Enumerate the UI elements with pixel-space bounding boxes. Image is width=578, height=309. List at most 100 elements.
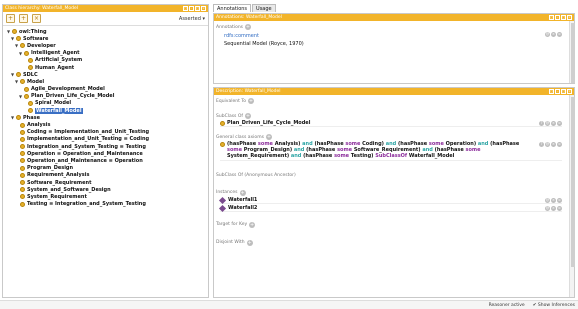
delete-icon[interactable]: × bbox=[551, 121, 556, 126]
edit-icon[interactable]: o bbox=[557, 142, 562, 147]
tree-item-analysis[interactable]: Analysis bbox=[7, 121, 208, 128]
tree-item-requirement-analysis[interactable]: Requirement_Analysis bbox=[7, 172, 208, 179]
add-annotation-icon[interactable]: + bbox=[245, 24, 252, 30]
maximize-icon[interactable]: □ bbox=[195, 6, 200, 11]
class-icon bbox=[28, 108, 33, 114]
annotation-property[interactable]: rdfs:comment bbox=[224, 33, 304, 39]
delete-icon[interactable]: × bbox=[551, 197, 556, 203]
delete-class-icon[interactable]: × bbox=[32, 14, 41, 23]
individual-icon bbox=[218, 196, 227, 204]
add-axiom-icon[interactable]: + bbox=[265, 134, 272, 140]
class-icon bbox=[16, 36, 21, 42]
tree-item-developer[interactable]: ▼ Developer bbox=[7, 42, 208, 49]
annotate-icon[interactable]: @ bbox=[545, 205, 550, 211]
window-buttons[interactable]: ▢ – □ × bbox=[549, 15, 572, 20]
add-key-icon[interactable]: + bbox=[249, 221, 256, 228]
tree-item-program-design[interactable]: Program_Design bbox=[7, 165, 208, 172]
tree-item-waterfall[interactable]: Waterfall_Model bbox=[7, 107, 208, 114]
annotations-scrollbar[interactable] bbox=[569, 21, 575, 83]
class-hierarchy-titlebar: Class hierarchy: Waterfall_Model ▢ – □ × bbox=[3, 5, 208, 12]
tree-item-testing[interactable]: Testing ≡ Integration_and_System_Testing bbox=[7, 201, 208, 208]
tree-item-integration[interactable]: Integration_and_System_Testing ≡ Testing bbox=[7, 143, 208, 150]
tree-item-model[interactable]: ▼ Model bbox=[7, 78, 208, 85]
class-icon bbox=[20, 180, 25, 186]
tree-item-operation[interactable]: Operation ≡ Operation_and_Maintenance bbox=[7, 150, 208, 157]
instance-entry-2[interactable]: Waterfall2 @ × o bbox=[218, 204, 562, 212]
class-icon bbox=[20, 187, 25, 193]
edit-icon[interactable]: o bbox=[557, 121, 562, 126]
maximize-icon[interactable]: □ bbox=[561, 15, 566, 20]
instance-entry-1[interactable]: Waterfall1 @ × o bbox=[218, 196, 562, 204]
class-tree: ▼ owl:Thing ▼ Software ▼ Developer ▼ Intelli… bbox=[3, 26, 208, 208]
description-title: Description: Waterfall_Model bbox=[216, 89, 281, 94]
add-equivalent-icon[interactable]: + bbox=[248, 98, 255, 104]
close-icon[interactable]: × bbox=[567, 15, 572, 20]
reasoner-status: Reasoner active bbox=[488, 302, 525, 308]
tree-item-plan-driven[interactable]: ▼ Plan_Driven_Life_Cycle_Model bbox=[7, 93, 208, 100]
description-scrollbar[interactable] bbox=[569, 95, 575, 297]
annotation-entry[interactable]: rdfs:comment Sequential Model (Royce, 19… bbox=[220, 31, 562, 47]
tree-item-software[interactable]: ▼ Software bbox=[7, 35, 208, 42]
annotations-panel: Annotations: Waterfall_Model ▢ – □ × Annota… bbox=[213, 13, 575, 84]
minimize-icon[interactable]: – bbox=[555, 89, 560, 94]
tree-item-intelligent-agent[interactable]: ▼ Intelligent_Agent bbox=[7, 50, 208, 57]
close-icon[interactable]: × bbox=[567, 89, 572, 94]
superclass-value[interactable]: Plan_Driven_Life_Cycle_Model bbox=[227, 120, 310, 126]
maximize-icon[interactable]: □ bbox=[561, 89, 566, 94]
show-inferences-toggle[interactable]: ✔ Show Inferences bbox=[533, 303, 575, 308]
window-buttons[interactable]: ▢ – □ × bbox=[549, 89, 572, 94]
explain-icon[interactable]: ? bbox=[539, 121, 544, 126]
general-axiom-entry[interactable]: (hasPhase some Analysis) and (hasPhase s… bbox=[220, 141, 562, 161]
add-subclass-icon[interactable]: + bbox=[6, 14, 15, 23]
checkbox-icon[interactable]: ✔ bbox=[533, 303, 537, 308]
float-icon[interactable]: ▢ bbox=[183, 6, 188, 11]
tree-item-software-requirement[interactable]: Software_Requirement bbox=[7, 179, 208, 186]
float-icon[interactable]: ▢ bbox=[549, 15, 554, 20]
tree-item-coding[interactable]: Coding ≡ Implementation_and_Unit_Testing bbox=[7, 129, 208, 136]
annotate-icon[interactable]: @ bbox=[545, 32, 550, 37]
tree-item-agile[interactable]: Agile_Development_Model bbox=[7, 86, 208, 93]
tree-item-human-agent[interactable]: Human_Agent bbox=[7, 64, 208, 71]
class-icon bbox=[20, 43, 25, 49]
class-icon bbox=[220, 121, 225, 126]
anon-ancestor-header: SubClass Of (Anonymous Ancestor) bbox=[216, 173, 574, 178]
delete-icon[interactable]: × bbox=[551, 142, 556, 147]
add-sibling-icon[interactable]: + bbox=[19, 14, 28, 23]
class-icon bbox=[20, 136, 25, 142]
annotate-icon[interactable]: @ bbox=[545, 142, 550, 147]
close-icon[interactable]: × bbox=[201, 6, 206, 11]
axiom-actions: ? @ × o bbox=[539, 141, 562, 147]
tab-usage[interactable]: Usage bbox=[252, 4, 276, 12]
tree-item-impl-unit-testing[interactable]: Implementation_and_Unit_Testing ≡ Coding bbox=[7, 136, 208, 143]
class-icon bbox=[20, 172, 25, 178]
tree-item-operation-maintenance[interactable]: Operation_and_Maintenance ≡ Operation bbox=[7, 157, 208, 164]
hierarchy-mode-select[interactable]: Asserted ▾ bbox=[179, 16, 205, 22]
minimize-icon[interactable]: – bbox=[189, 6, 194, 11]
tree-item-spiral[interactable]: Spiral_Model bbox=[7, 100, 208, 107]
edit-icon[interactable]: o bbox=[557, 32, 562, 37]
add-disjoint-icon[interactable]: + bbox=[246, 239, 253, 246]
annotate-icon[interactable]: @ bbox=[545, 121, 550, 126]
edit-icon[interactable]: o bbox=[557, 205, 562, 211]
tree-item-sdlc[interactable]: ▼ SDLC bbox=[7, 71, 208, 78]
annotate-icon[interactable]: @ bbox=[545, 197, 550, 203]
tree-item-artificial-system[interactable]: Artificial_System bbox=[7, 57, 208, 64]
minimize-icon[interactable]: – bbox=[555, 15, 560, 20]
add-instance-icon[interactable]: + bbox=[239, 189, 246, 196]
tab-annotations[interactable]: Annotations bbox=[213, 4, 252, 12]
float-icon[interactable]: ▢ bbox=[549, 89, 554, 94]
selected-class-label: Waterfall_Model bbox=[35, 107, 83, 114]
add-superclass-icon[interactable]: + bbox=[244, 113, 251, 119]
window-buttons[interactable]: ▢ – □ × bbox=[183, 6, 206, 11]
delete-icon[interactable]: × bbox=[551, 32, 556, 37]
disjoint-with-label: Disjoint With bbox=[216, 240, 245, 246]
tree-item-owl-thing[interactable]: ▼ owl:Thing bbox=[7, 28, 208, 35]
tree-item-system-software-design[interactable]: System_and_Software_Design bbox=[7, 186, 208, 193]
tree-item-phase[interactable]: ▼ Phase bbox=[7, 114, 208, 121]
tree-item-system-requirement[interactable]: System_Requirement bbox=[7, 193, 208, 200]
explain-icon[interactable]: ? bbox=[539, 142, 544, 147]
delete-icon[interactable]: × bbox=[551, 205, 556, 211]
class-icon bbox=[20, 165, 25, 171]
superclass-entry[interactable]: Plan_Driven_Life_Cycle_Model ? @ × o bbox=[220, 120, 562, 127]
edit-icon[interactable]: o bbox=[557, 197, 562, 203]
